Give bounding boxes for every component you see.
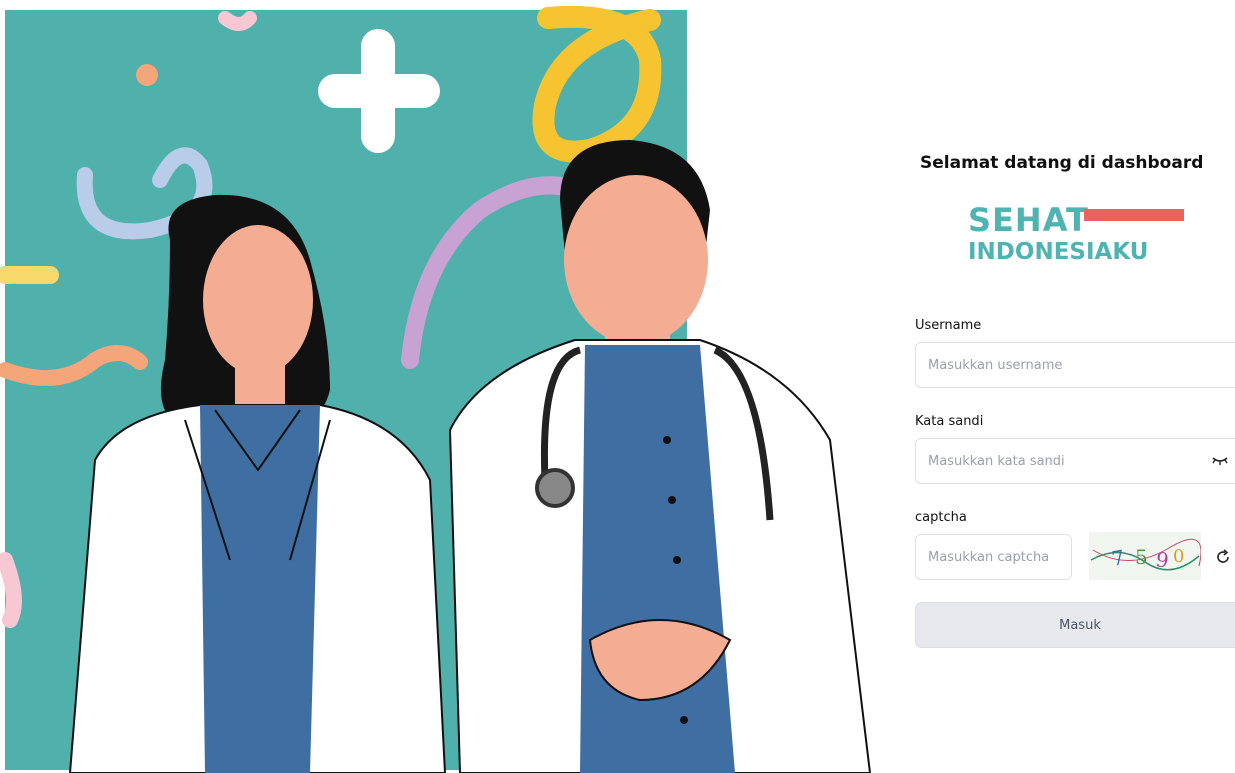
doctors-illustration [0,5,872,773]
female-scrubs [200,405,320,773]
refresh-icon[interactable] [1214,548,1232,566]
password-label: Kata sandi [915,414,984,429]
female-face [203,225,313,375]
welcome-heading: Selamat datang di dashboard [920,153,1204,173]
confetti-pink-top [218,11,257,31]
svg-text:0: 0 [1173,546,1184,567]
stethoscope-chest-piece [535,468,575,508]
captcha-field-wrapper [915,534,1072,580]
username-label: Username [915,318,982,333]
confetti-pink-left [0,552,22,628]
password-field-wrapper [915,438,1235,484]
login-panel: Selamat datang di dashboard SEHAT INDONE… [912,0,1235,773]
logo-text-line1: SEHAT [968,201,1089,239]
logo-text-line2: INDONESIAKU [968,239,1149,265]
logo-red-bar [1084,209,1184,221]
captcha-input[interactable] [916,549,1071,565]
username-input[interactable] [916,357,1235,373]
confetti-dot [136,64,158,86]
submit-button[interactable]: Masuk [915,602,1235,648]
captcha-label: captcha [915,510,967,525]
username-field-wrapper [915,342,1235,388]
svg-text:5: 5 [1135,545,1148,569]
password-input[interactable] [916,453,1235,469]
hero-illustration [0,0,880,773]
captcha-image: 7 5 9 0 [1089,532,1201,580]
eye-closed-icon[interactable] [1210,453,1230,469]
male-face [564,175,708,345]
